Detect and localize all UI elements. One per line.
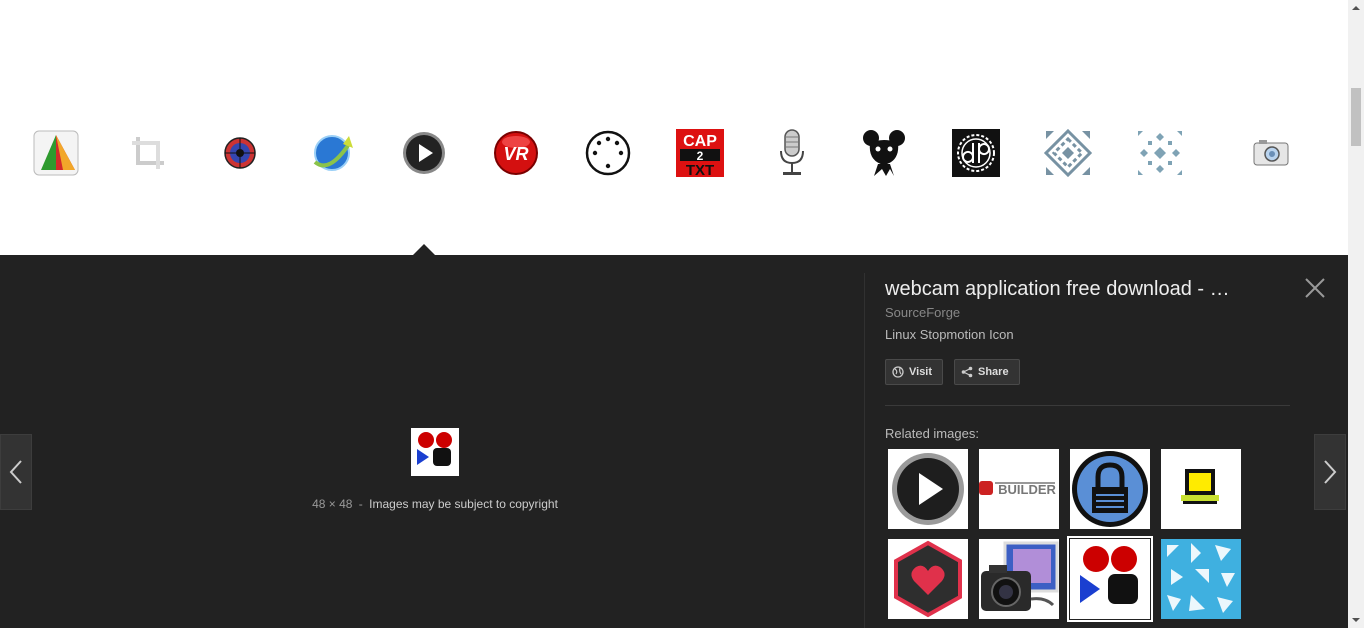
microphone-icon [780,129,804,175]
share-label: Share [978,366,1009,378]
globe-icon [892,366,904,378]
image-title[interactable]: webcam application free download - … [885,278,1275,301]
cap2txt-icon: CAP 2 TXT [676,129,724,177]
image-detail-panel: 48 × 48 - Images may be subject to copyr… [0,255,1348,628]
preview-caption: 48 × 48 - Images may be subject to copyr… [0,497,870,511]
close-button[interactable] [1302,275,1328,301]
svg-text:BUILDER: BUILDER [998,482,1056,497]
globe-sync-icon [313,135,353,171]
svg-text:VR: VR [503,144,528,164]
next-image-button[interactable] [1314,434,1346,510]
din-connector-icon [585,130,631,176]
svg-text:TXT: TXT [686,162,714,177]
thumb-pie-slice[interactable] [32,129,80,177]
related-image-8[interactable] [1161,539,1241,619]
share-button[interactable]: Share [954,359,1020,385]
heart-hexagon-icon [894,540,962,618]
share-icon [961,366,973,378]
camera-icon [1253,140,1289,166]
thumb-play-button[interactable] [400,129,448,177]
related-image-5[interactable] [888,539,968,619]
scroll-down-arrow-icon [1352,618,1360,622]
image-dimensions: 48 × 48 [312,497,353,511]
panel-divider [864,273,865,628]
preview-image[interactable] [411,428,459,476]
keepass-lock-icon [1072,451,1148,527]
builder-logo-icon: BUILDER [979,481,1056,497]
thumb-db-gear[interactable] [952,129,1000,177]
stopmotion-icon [417,432,452,466]
pattern-tile-icon [1167,543,1235,613]
thumb-cap2txt[interactable]: CAP 2 TXT [676,129,724,177]
thumb-microphone[interactable] [768,129,816,177]
computer-monitor-icon [1181,469,1219,504]
crop-icon [132,137,164,169]
visit-label: Visit [909,366,933,378]
target-icon [224,137,256,169]
related-image-1[interactable] [888,449,968,529]
stopmotion-icon [1080,546,1138,604]
page-scrollbar[interactable] [1348,0,1364,628]
mouse-creature-icon [863,130,905,176]
db-gear-icon [952,129,1000,177]
related-image-4[interactable] [1161,449,1241,529]
play-button-icon [892,453,964,525]
close-icon [1305,278,1325,298]
visit-button[interactable]: Visit [885,359,943,385]
chevron-right-icon [1324,460,1337,484]
image-results-strip: VR CAP 2 TXT [0,0,1348,255]
thumb-din-connector[interactable] [584,129,632,177]
thumb-vr[interactable]: VR [492,129,540,177]
thumb-globe-sync[interactable] [308,129,356,177]
vr-icon: VR [494,131,538,175]
related-image-7-selected[interactable] [1067,536,1153,622]
info-separator [885,405,1290,406]
related-images-label: Related images: [885,426,979,441]
svg-text:CAP: CAP [683,133,717,150]
caption-separator: - [358,497,363,511]
copyright-notice: Images may be subject to copyright [369,497,558,511]
scroll-down-button[interactable] [1348,612,1364,628]
thumb-mouse-creature[interactable] [860,129,908,177]
image-source[interactable]: SourceForge [885,305,960,320]
pattern-tile-icon [1044,129,1092,177]
scroll-up-button[interactable] [1348,0,1364,16]
scroll-up-arrow-icon [1352,6,1360,10]
play-button-icon [403,132,445,174]
related-image-6[interactable] [979,539,1059,619]
pattern-cross-icon [1138,131,1182,175]
thumb-pattern-cross[interactable] [1136,129,1184,177]
thumb-target[interactable] [216,129,264,177]
thumb-camera[interactable] [1247,129,1295,177]
related-image-2[interactable]: BUILDER [979,449,1059,529]
thumb-crop[interactable] [124,129,172,177]
pie-slice-icon [33,130,79,176]
related-image-3[interactable] [1070,449,1150,529]
chevron-left-icon [9,460,22,484]
camera-photo-icon [981,541,1059,611]
svg-text:2: 2 [697,149,704,163]
selection-pointer [413,244,435,255]
scroll-thumb[interactable] [1351,88,1361,146]
thumb-pattern-tile[interactable] [1044,129,1092,177]
image-description: Linux Stopmotion Icon [885,327,1014,342]
